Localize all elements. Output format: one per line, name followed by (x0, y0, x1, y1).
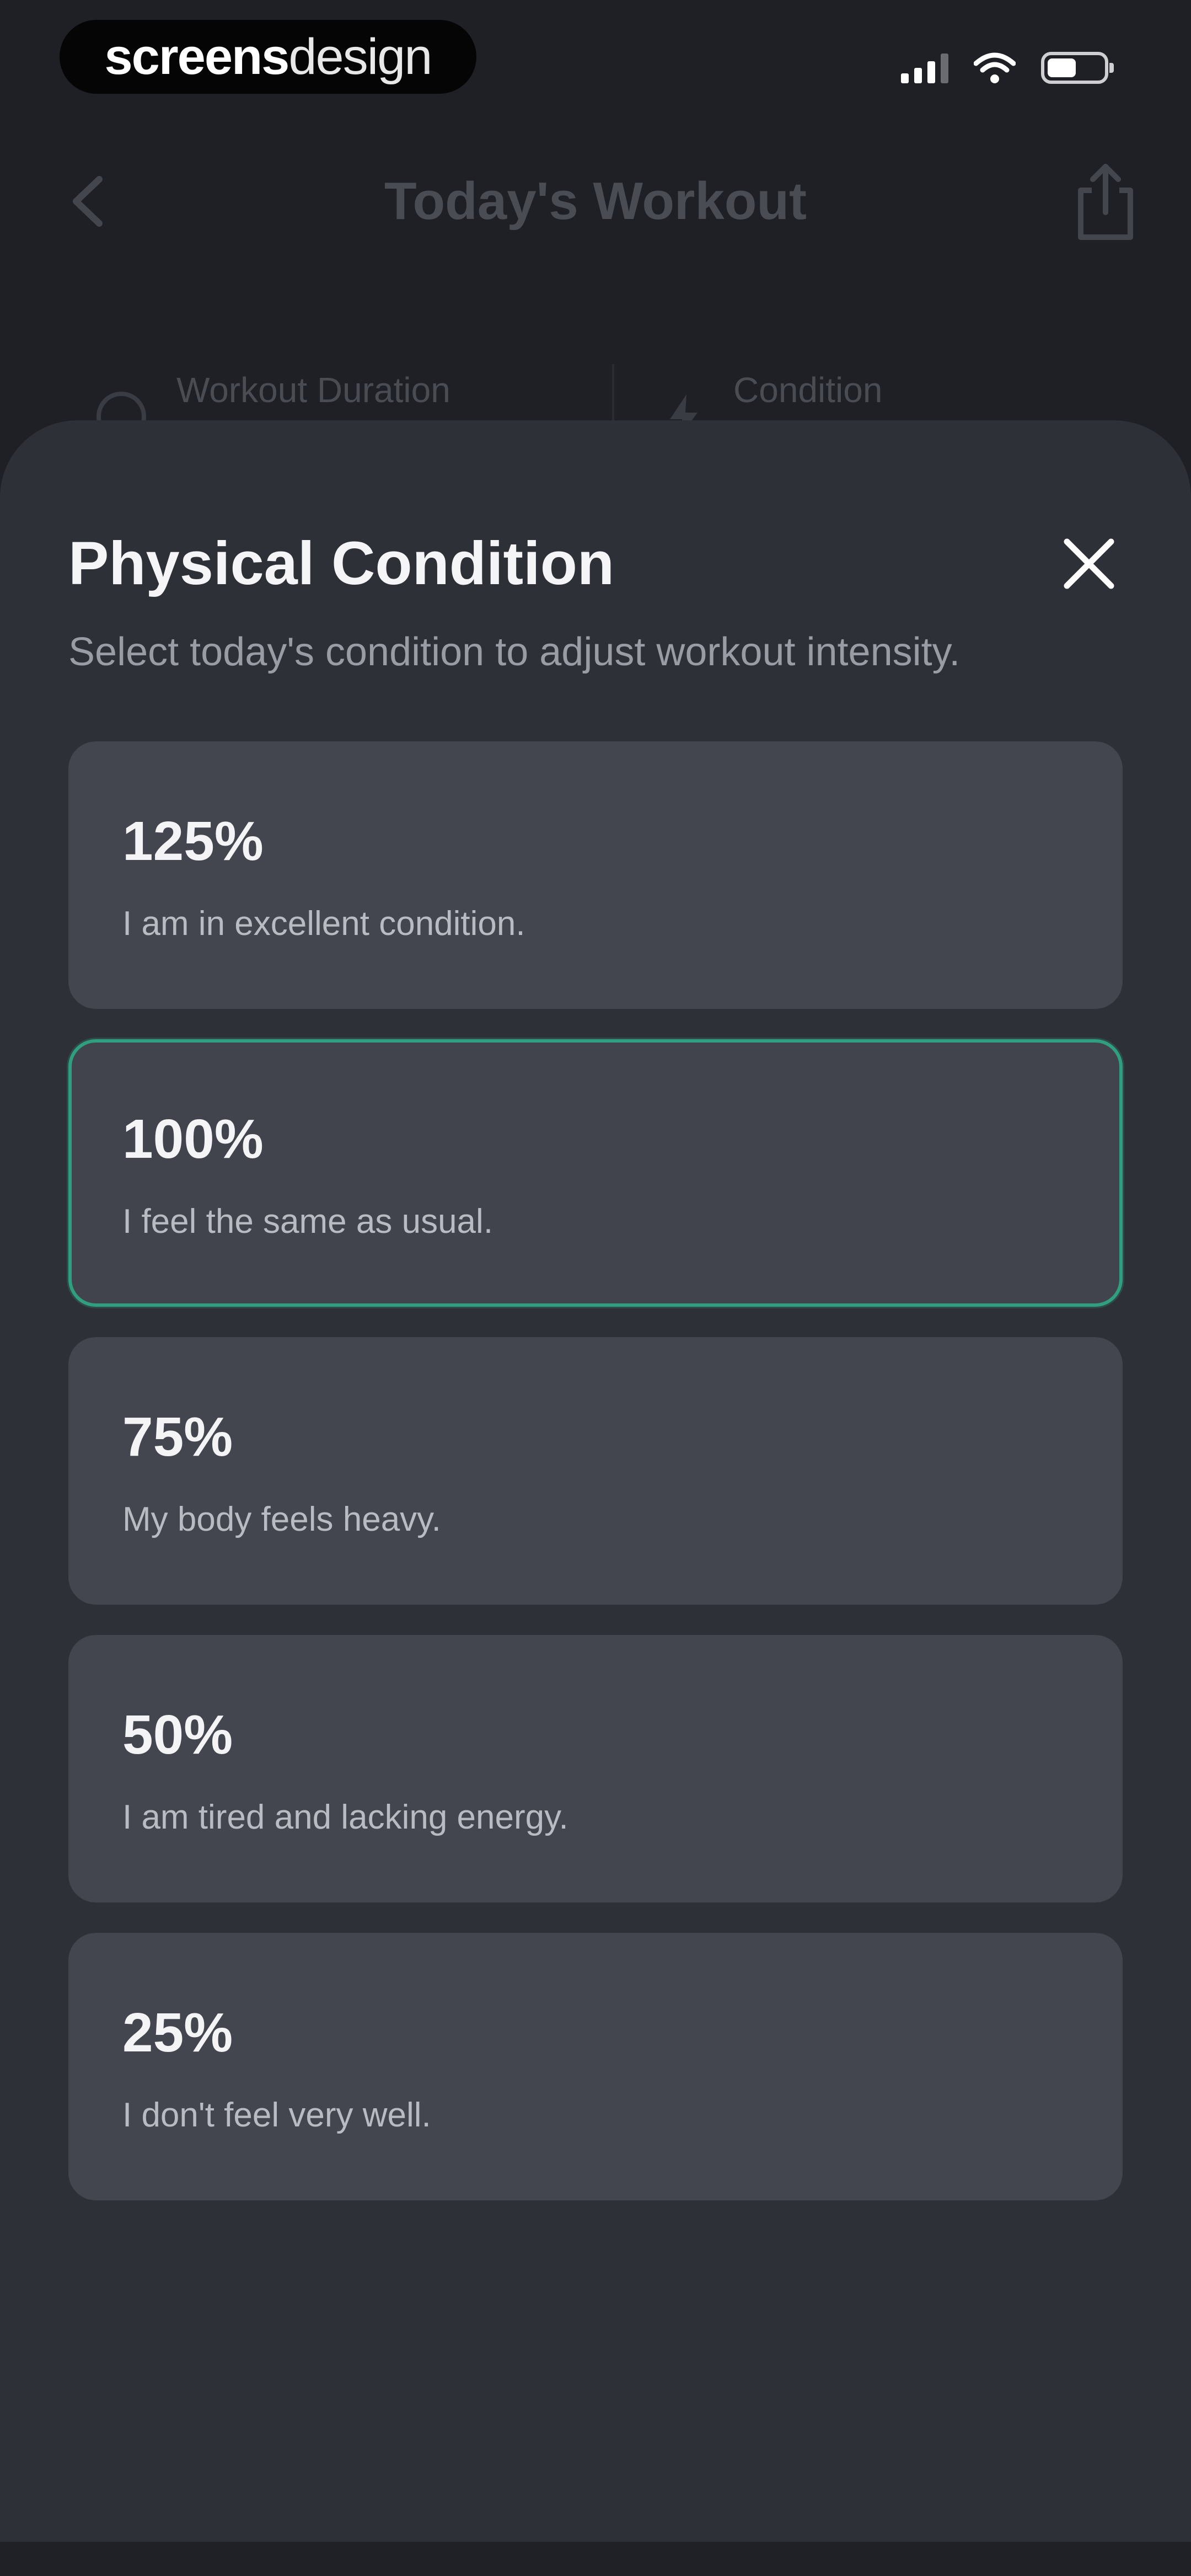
workout-summary-row: Workout Duration Condition (0, 353, 1191, 447)
option-description: I don't feel very well. (122, 2096, 431, 2134)
option-percent: 125% (122, 810, 264, 872)
share-icon[interactable] (1070, 160, 1141, 243)
sheet-subtitle: Select today's condition to adjust worko… (68, 630, 961, 674)
battery-fill (1048, 58, 1076, 77)
option-percent: 100% (122, 1108, 264, 1170)
page-title: Today's Workout (384, 172, 807, 231)
option-percent: 25% (122, 2002, 233, 2064)
battery-icon (1041, 52, 1114, 84)
workout-duration-label: Workout Duration (176, 370, 450, 410)
nav-bar: Today's Workout (0, 149, 1191, 259)
condition-option-125[interactable]: 125% I am in excellent condition. (68, 741, 1123, 1009)
status-icons (901, 49, 1114, 87)
signal-icon (901, 52, 948, 83)
close-icon (1064, 538, 1114, 589)
condition-options-list: 125% I am in excellent condition. 100% I… (68, 741, 1123, 2231)
close-button[interactable] (1048, 522, 1130, 605)
option-description: My body feels heavy. (122, 1500, 441, 1538)
physical-condition-sheet: Physical Condition Select today's condit… (0, 420, 1191, 2542)
option-description: I am in excellent condition. (122, 905, 525, 943)
status-bar: screens design (0, 0, 1191, 127)
option-percent: 50% (122, 1704, 233, 1766)
watermark-light-text: design (288, 28, 432, 85)
option-description: I feel the same as usual. (122, 1203, 493, 1241)
condition-label: Condition (733, 370, 883, 410)
condition-option-50[interactable]: 50% I am tired and lacking energy. (68, 1635, 1123, 1902)
screensdesign-watermark: screens design (60, 20, 476, 94)
option-percent: 75% (122, 1406, 233, 1468)
watermark-bold-text: screens (104, 28, 290, 85)
option-description: I am tired and lacking energy. (122, 1798, 568, 1836)
bottom-safe-area (0, 2542, 1191, 2576)
condition-option-75[interactable]: 75% My body feels heavy. (68, 1337, 1123, 1605)
sheet-title: Physical Condition (68, 530, 615, 597)
condition-option-25[interactable]: 25% I don't feel very well. (68, 1933, 1123, 2200)
condition-option-100[interactable]: 100% I feel the same as usual. (68, 1039, 1123, 1307)
wifi-icon (974, 52, 1016, 83)
